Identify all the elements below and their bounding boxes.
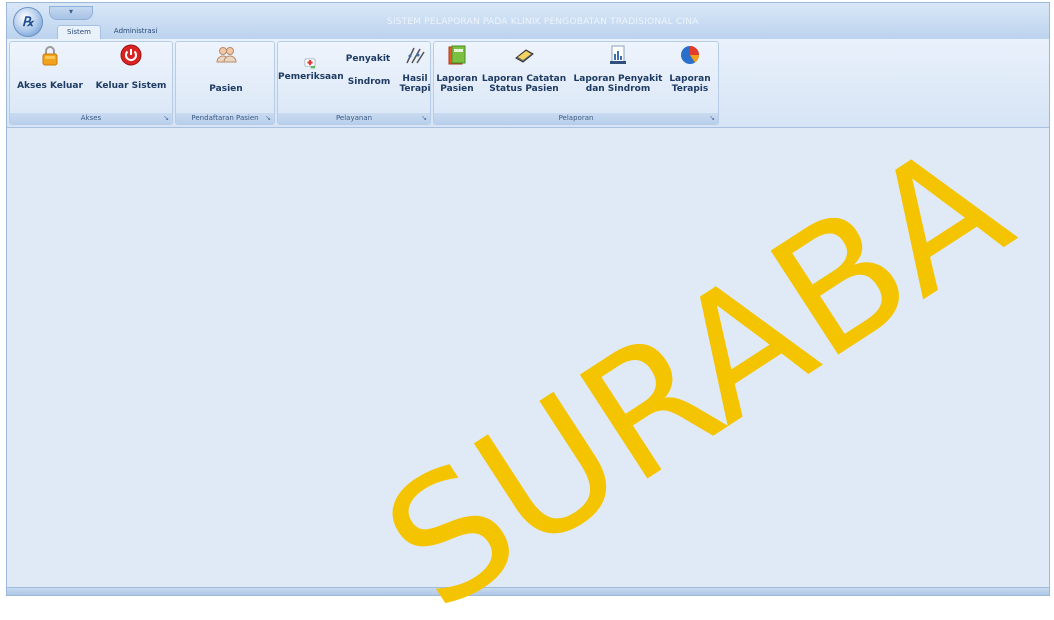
dialog-launcher-icon[interactable]: ↘: [709, 114, 715, 123]
quick-access-toolbar[interactable]: ▾: [49, 6, 93, 20]
keluar-sistem-button[interactable]: Keluar Sistem: [92, 44, 170, 91]
group-akses-title: Akses: [80, 114, 102, 122]
application-menu-button[interactable]: ℞: [13, 7, 43, 37]
akses-keluar-button[interactable]: Akses Keluar: [12, 44, 88, 91]
dialog-launcher-icon[interactable]: ↘: [265, 114, 271, 123]
keluar-sistem-label: Keluar Sistem: [95, 81, 167, 91]
report-book-icon: [448, 45, 466, 65]
application-window: ℞ ▾ SISTEM PELAPORAN PADA KLINIK PENGOBA…: [6, 2, 1050, 596]
pasien-label: Pasien: [209, 84, 243, 94]
window-title: SISTEM PELAPORAN PADA KLINIK PENGOBATAN …: [387, 17, 699, 27]
main-content-area: [7, 128, 1049, 590]
laporan-penyakit-label-line2: dan Sindrom: [585, 84, 651, 94]
pasien-button[interactable]: Pasien: [186, 44, 266, 94]
group-pelaporan: Laporan Pasien Laporan Catatan Status Pa…: [433, 41, 719, 125]
patients-icon: [216, 47, 237, 63]
sindrom-label: Sindrom: [347, 77, 391, 87]
power-icon: [120, 44, 142, 66]
laporan-pasien-label-line2: Pasien: [440, 84, 474, 94]
dropdown-arrow-icon: ▾: [68, 7, 73, 16]
penyakit-button[interactable]: Penyakit: [342, 54, 394, 64]
group-pendaftaran-label: Pendaftaran Pasien ↘: [176, 113, 274, 124]
laporan-terapis-label-line1: Laporan: [669, 74, 711, 84]
group-akses-label: Akses ↘: [10, 113, 172, 124]
laporan-pasien-button[interactable]: Laporan Pasien: [434, 44, 480, 94]
penyakit-label: Penyakit: [345, 54, 391, 64]
hasil-terapi-label-line1: Hasil: [402, 74, 428, 84]
dialog-launcher-icon[interactable]: ↘: [421, 114, 427, 123]
group-pelayanan-label: Pelayanan ↘: [278, 113, 430, 124]
group-pelayanan-title: Pelayanan: [335, 114, 373, 122]
hasil-terapi-button[interactable]: Hasil Terapi: [398, 44, 432, 94]
sindrom-button[interactable]: Sindrom: [346, 77, 392, 87]
title-bar: ℞ ▾ SISTEM PELAPORAN PADA KLINIK PENGOBA…: [7, 3, 1049, 40]
group-pendaftaran-pasien: Pasien Pendaftaran Pasien ↘: [175, 41, 275, 125]
pie-chart-icon: [681, 46, 699, 64]
ribbon-tabs: Sistem Administrasi: [57, 25, 170, 40]
laporan-terapis-label-line2: Terapis: [671, 84, 709, 94]
group-pelayanan: Pemeriksaan Penyakit Sindrom Hasil Terap…: [277, 41, 431, 125]
group-pendaftaran-title: Pendaftaran Pasien: [191, 114, 259, 122]
hasil-terapi-label-line2: Terapi: [399, 84, 431, 94]
ribbon: Akses Keluar Keluar Sistem Akses ↘ Pasie…: [7, 39, 1049, 128]
laporan-catatan-status-pasien-button[interactable]: Laporan Catatan Status Pasien: [480, 44, 568, 94]
tab-administrasi[interactable]: Administrasi: [105, 25, 166, 39]
pemeriksaan-label: Pemeriksaan: [278, 72, 344, 82]
group-pelaporan-label: Pelaporan ↘: [434, 113, 718, 124]
laporan-terapis-button[interactable]: Laporan Terapis: [666, 44, 714, 94]
dialog-launcher-icon[interactable]: ↘: [163, 114, 169, 123]
status-bar: [7, 587, 1049, 595]
tab-sistem[interactable]: Sistem: [57, 25, 101, 40]
laporan-catatan-label-line2: Status Pasien: [489, 84, 559, 94]
lock-icon: [42, 46, 58, 66]
laporan-penyakit-dan-sindrom-button[interactable]: Laporan Penyakit dan Sindrom: [572, 44, 664, 94]
group-pelaporan-title: Pelaporan: [558, 114, 594, 122]
notes-icon: [515, 49, 534, 63]
app-logo-icon: ℞: [22, 14, 34, 30]
pemeriksaan-button[interactable]: Pemeriksaan: [278, 44, 344, 82]
laporan-pasien-label-line1: Laporan: [436, 74, 478, 84]
medical-kit-icon: [304, 58, 316, 69]
group-akses: Akses Keluar Keluar Sistem Akses ↘: [9, 41, 173, 125]
laporan-penyakit-label-line1: Laporan Penyakit: [573, 74, 663, 84]
akses-keluar-label: Akses Keluar: [17, 81, 83, 91]
laporan-catatan-label-line1: Laporan Catatan: [481, 74, 567, 84]
therapy-icon: [406, 47, 425, 64]
document-chart-icon: [610, 45, 626, 64]
